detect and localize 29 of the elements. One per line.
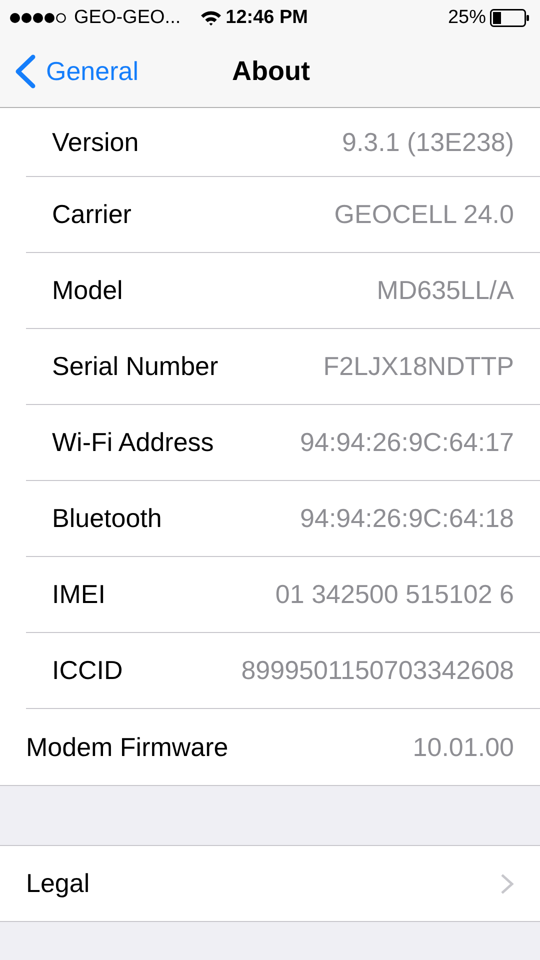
row-value: 10.01.00: [412, 730, 514, 764]
chevron-right-icon: [500, 872, 514, 894]
row-value: GEOCELL 24.0: [334, 198, 514, 231]
row-value: 8999501150703342608: [241, 654, 514, 687]
screen-title: About: [232, 55, 310, 88]
row-label: Wi-Fi Address: [52, 426, 214, 459]
row-label: Modem Firmware: [26, 730, 228, 764]
battery-icon: [490, 9, 530, 27]
row-value: 9.3.1 (13E238): [342, 126, 514, 159]
chevron-left-icon: [14, 54, 36, 89]
row-label: Serial Number: [52, 350, 218, 383]
legal-row[interactable]: Legal: [0, 846, 540, 921]
row-value: F2LJX18NDTTP: [323, 350, 514, 383]
signal-icon: [10, 12, 68, 24]
row-value: MD635LL/A: [376, 274, 514, 307]
row-label: Version: [52, 126, 139, 159]
row-label: Carrier: [52, 198, 132, 231]
battery-percent: 25%: [448, 6, 486, 30]
row-value: 94:94:26:9C:64:18: [300, 502, 514, 535]
row-label: Model: [52, 274, 123, 307]
back-button[interactable]: General: [0, 52, 138, 91]
clock-time: 12:46 PM: [226, 6, 308, 30]
row-label: ICCID: [52, 654, 123, 687]
row-value: 94:94:26:9C:64:17: [300, 426, 514, 459]
carrier-name: GEO-GEO...: [74, 6, 181, 30]
row-label: IMEI: [52, 578, 106, 611]
row-value: 01 342500 515102 6: [275, 578, 514, 611]
wifi-icon: [200, 10, 222, 26]
row-label: Bluetooth: [52, 502, 162, 535]
